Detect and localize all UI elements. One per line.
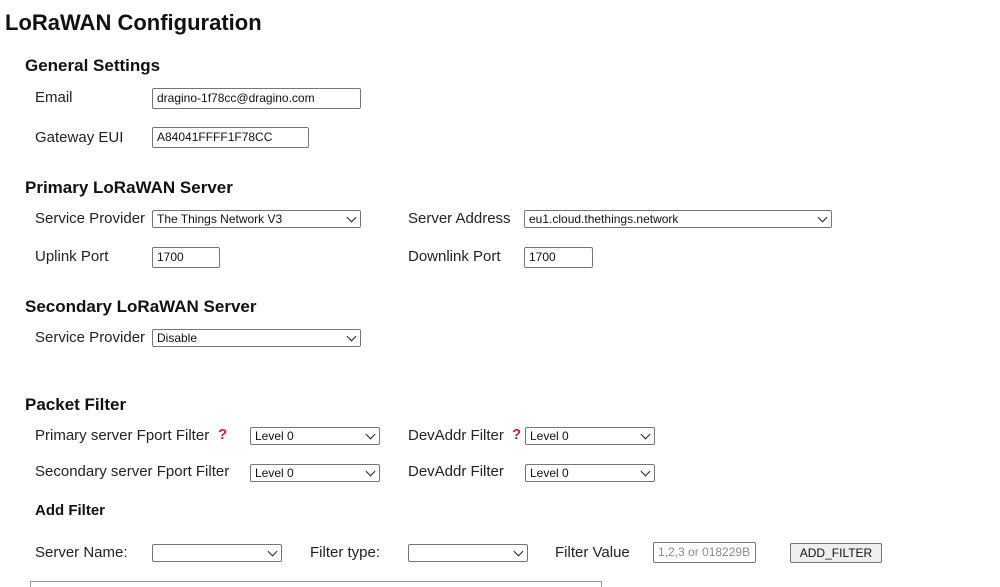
secondary-service-provider-value: Disable — [157, 331, 198, 345]
primary-service-provider-value: The Things Network V3 — [157, 212, 283, 226]
chevron-down-icon — [346, 331, 357, 342]
gateway-eui-label: Gateway EUI — [35, 129, 124, 146]
primary-devaddr-filter-value: Level 0 — [530, 429, 569, 443]
page-title: LoRaWAN Configuration — [5, 10, 262, 35]
chevron-down-icon — [346, 212, 357, 223]
add-filter-heading: Add Filter — [35, 502, 105, 519]
downlink-port-label: Downlink Port — [408, 248, 501, 265]
server-name-label: Server Name: — [35, 544, 128, 561]
primary-devaddr-filter-label: DevAddr Filter — [408, 427, 504, 444]
server-address-value: eu1.cloud.thethings.network — [529, 212, 679, 226]
filter-type-label: Filter type: — [310, 544, 381, 561]
secondary-service-provider-select[interactable]: Disable — [152, 329, 361, 347]
section-title-secondary: Secondary LoRaWAN Server — [25, 297, 257, 316]
server-name-select[interactable] — [152, 544, 282, 562]
primary-fport-filter-value: Level 0 — [255, 429, 294, 443]
uplink-port-label: Uplink Port — [35, 248, 109, 265]
chevron-down-icon — [817, 212, 828, 223]
secondary-fport-filter-value: Level 0 — [255, 466, 294, 480]
secondary-fport-filter-select[interactable]: Level 0 — [250, 464, 380, 482]
server-address-label: Server Address — [408, 210, 511, 227]
chevron-down-icon — [513, 546, 524, 557]
secondary-devaddr-filter-value: Level 0 — [530, 466, 569, 480]
primary-fport-filter-label: Primary server Fport Filter — [35, 427, 210, 444]
primary-fport-filter-select[interactable]: Level 0 — [250, 427, 380, 445]
chevron-down-icon — [640, 429, 651, 440]
secondary-devaddr-filter-select[interactable]: Level 0 — [525, 464, 655, 482]
server-address-select[interactable]: eu1.cloud.thethings.network — [524, 210, 832, 228]
secondary-fport-filter-label: Secondary server Fport Filter — [35, 463, 230, 480]
chevron-down-icon — [365, 466, 376, 477]
downlink-port-field[interactable]: 1700 — [524, 247, 593, 268]
chevron-down-icon — [365, 429, 376, 440]
filter-type-select[interactable] — [408, 544, 528, 562]
secondary-devaddr-filter-label: DevAddr Filter — [408, 463, 504, 480]
help-question-icon[interactable]: ? — [512, 426, 521, 443]
uplink-port-field[interactable]: 1700 — [152, 247, 220, 268]
add-filter-button[interactable]: ADD_FILTER — [790, 543, 882, 563]
chevron-down-icon — [640, 466, 651, 477]
secondary-service-provider-label: Service Provider — [35, 329, 146, 346]
email-field[interactable]: dragino-1f78cc@dragino.com — [152, 88, 361, 109]
primary-service-provider-select[interactable]: The Things Network V3 — [152, 210, 361, 228]
filter-list-box — [30, 581, 602, 587]
section-title-primary: Primary LoRaWAN Server — [25, 178, 233, 197]
filter-value-input[interactable]: 1,2,3 or 018229B — [653, 542, 756, 563]
gateway-eui-field[interactable]: A84041FFFF1F78CC — [152, 127, 309, 148]
primary-devaddr-filter-select[interactable]: Level 0 — [525, 427, 655, 445]
filter-value-label: Filter Value — [555, 544, 630, 561]
primary-service-provider-label: Service Provider — [35, 210, 146, 227]
section-title-packet-filter: Packet Filter — [25, 395, 127, 414]
help-question-icon[interactable]: ? — [218, 426, 227, 443]
section-title-general: General Settings — [25, 56, 161, 75]
chevron-down-icon — [267, 546, 278, 557]
email-label: Email — [35, 89, 73, 106]
